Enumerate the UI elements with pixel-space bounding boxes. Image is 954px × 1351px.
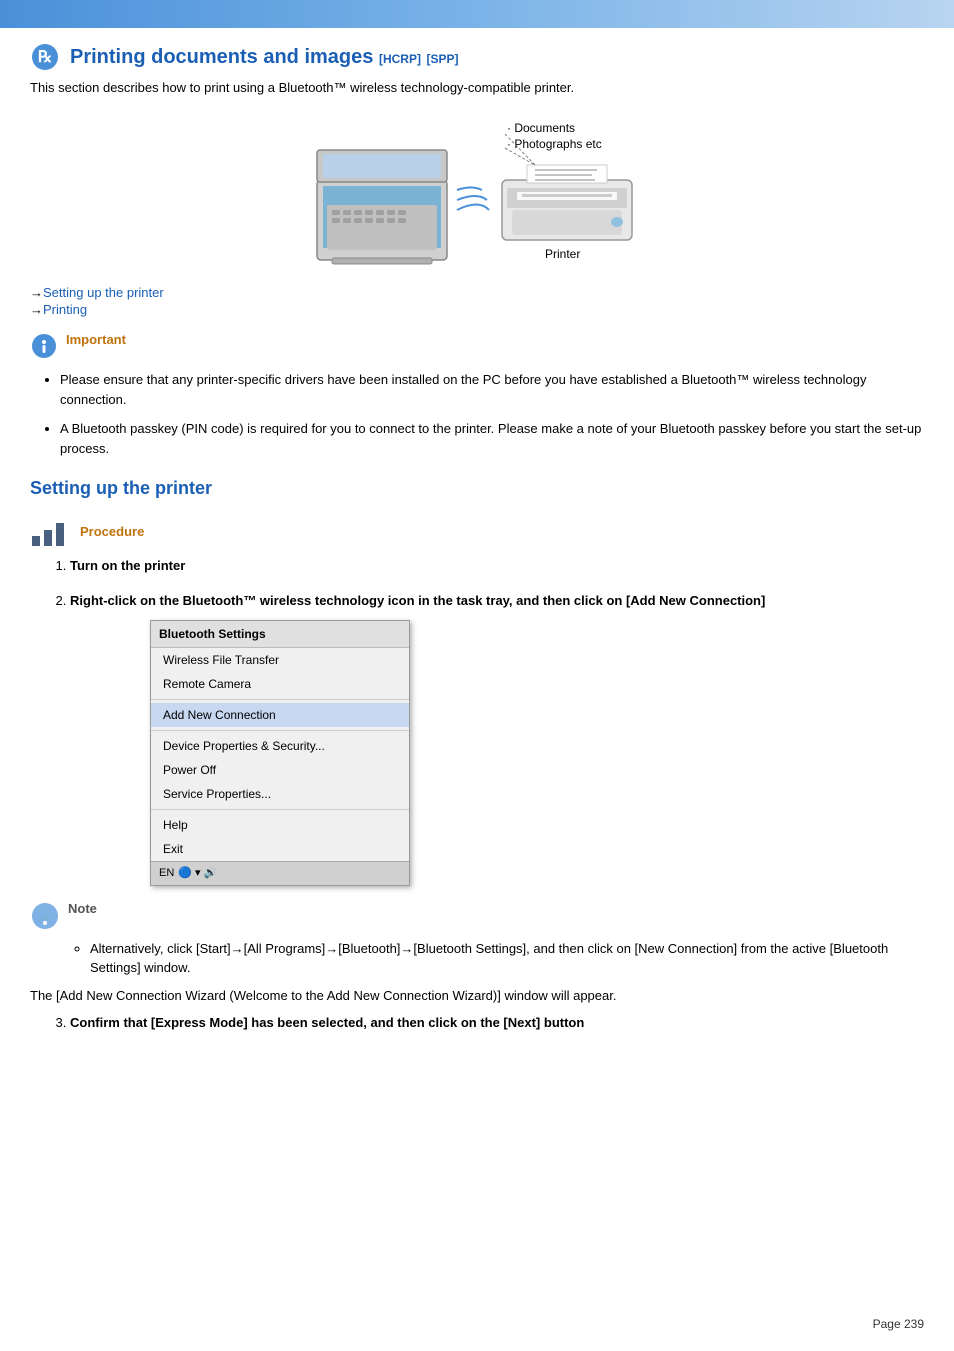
- step-list: Turn on the printer Right-click on the B…: [70, 556, 924, 886]
- context-menu: Bluetooth Settings Wireless File Transfe…: [150, 620, 410, 886]
- page-title: Printing documents and images [HCRP] [SP…: [70, 46, 459, 69]
- svg-text:Printer: Printer: [545, 247, 580, 261]
- cm-item-service[interactable]: Service Properties...: [151, 782, 409, 806]
- cm-item-exit[interactable]: Exit: [151, 837, 409, 861]
- cm-item-help[interactable]: Help: [151, 813, 409, 837]
- svg-text:· Photographs etc: · Photographs etc: [507, 137, 602, 151]
- step-3-list: Confirm that [Express Mode] has been sel…: [70, 1013, 924, 1033]
- procedure-label: Procedure: [80, 518, 144, 539]
- top-bar: [0, 0, 954, 28]
- bluetooth-icon: ℞: [30, 42, 60, 72]
- title-text: Printing documents and images: [70, 46, 373, 68]
- important-list: Please ensure that any printer-specific …: [60, 370, 924, 458]
- step-3: Confirm that [Express Mode] has been sel…: [70, 1013, 924, 1033]
- step-2-text: Right-click on the Bluetooth™ wireless t…: [70, 593, 765, 608]
- section-description: This section describes how to print usin…: [30, 80, 924, 95]
- diagram: · Documents · Photographs etc Printer: [30, 110, 924, 270]
- cm-item-device[interactable]: Device Properties & Security...: [151, 734, 409, 758]
- page-number: Page 239: [873, 1317, 924, 1331]
- important-label: Important: [66, 332, 126, 347]
- taskbar-icons: 🔵 ▾ 🔊: [178, 865, 217, 882]
- nav-arrow-2: →: [30, 302, 43, 317]
- section-heading: Setting up the printer: [30, 478, 924, 503]
- important-item-2: A Bluetooth passkey (PIN code) is requir…: [60, 419, 924, 458]
- important-icon: [30, 332, 58, 360]
- printing-link[interactable]: Printing: [43, 302, 87, 317]
- note-list: Alternatively, click [Start]→[All Progra…: [70, 939, 924, 978]
- note-label: Note: [68, 901, 97, 916]
- step-3-text: Confirm that [Express Mode] has been sel…: [70, 1015, 584, 1030]
- step-1-text: Turn on the printer: [70, 558, 185, 573]
- cm-sep-2: [151, 730, 409, 731]
- note-item-1: Alternatively, click [Start]→[All Progra…: [90, 939, 924, 978]
- note-section: Note: [30, 901, 924, 931]
- cm-sep-1: [151, 699, 409, 700]
- nav-link-1[interactable]: →Setting up the printer: [30, 285, 924, 300]
- cm-taskbar: EN 🔵 ▾ 🔊: [151, 861, 409, 885]
- badge1: [HCRP]: [379, 52, 421, 66]
- nav-arrow-1: →: [30, 285, 43, 300]
- nav-links: →Setting up the printer →Printing: [30, 285, 924, 317]
- cm-item-power[interactable]: Power Off: [151, 758, 409, 782]
- svg-text:· Documents: · Documents: [507, 121, 575, 135]
- nav-link-2[interactable]: →Printing: [30, 302, 924, 317]
- wizard-text: The [Add New Connection Wizard (Welcome …: [30, 986, 924, 1006]
- step-2: Right-click on the Bluetooth™ wireless t…: [70, 591, 924, 886]
- cm-sep-3: [151, 809, 409, 810]
- important-header: Important: [30, 332, 924, 360]
- procedure-icon: [30, 518, 70, 548]
- note-icon: [30, 901, 60, 931]
- cm-item-wireless[interactable]: Wireless File Transfer: [151, 648, 409, 672]
- taskbar-en: EN: [159, 865, 174, 882]
- context-menu-header: Bluetooth Settings: [151, 621, 409, 648]
- cm-item-remote[interactable]: Remote Camera: [151, 672, 409, 696]
- printer-diagram-svg: · Documents · Photographs etc Printer: [287, 110, 667, 270]
- procedure-header: Procedure: [30, 518, 924, 548]
- important-section: Important Please ensure that any printer…: [30, 332, 924, 458]
- cm-item-add-new[interactable]: Add New Connection: [151, 703, 409, 727]
- step-1: Turn on the printer: [70, 556, 924, 576]
- badge2: [SPP]: [427, 52, 459, 66]
- svg-text:℞: ℞: [38, 49, 52, 66]
- setting-up-link[interactable]: Setting up the printer: [43, 285, 164, 300]
- important-item-1: Please ensure that any printer-specific …: [60, 370, 924, 409]
- page-title-row: ℞ Printing documents and images [HCRP] […: [30, 42, 924, 72]
